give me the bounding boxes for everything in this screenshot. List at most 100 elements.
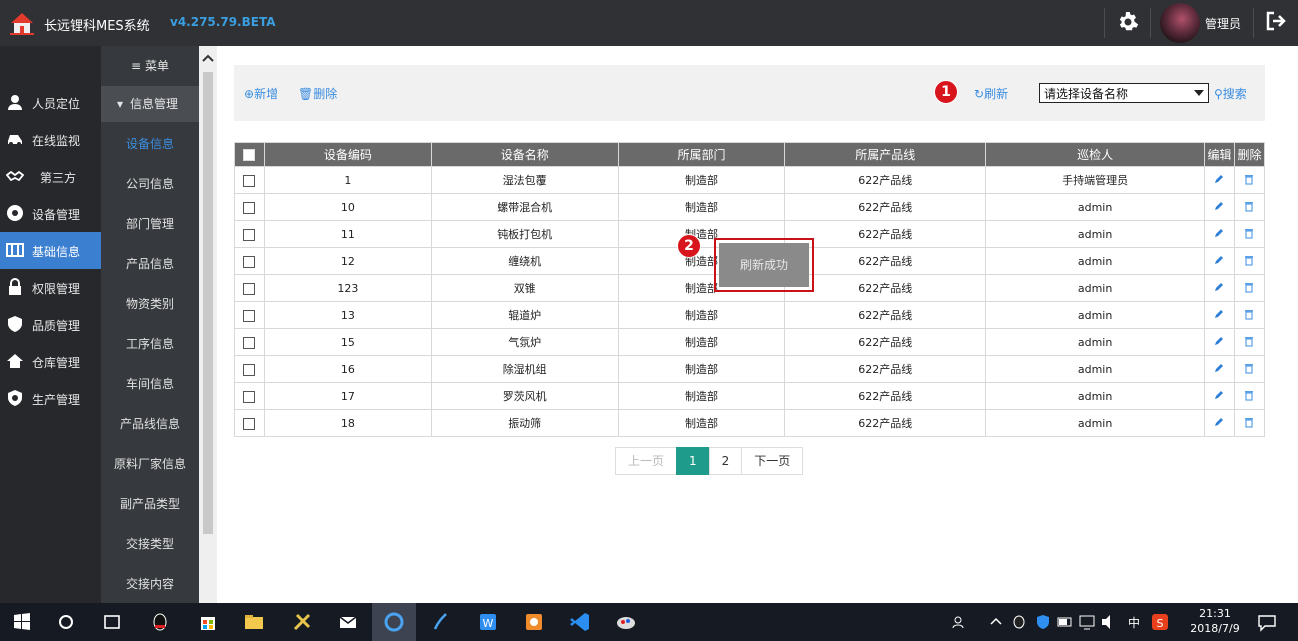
wps-presentation-icon[interactable] (520, 608, 548, 636)
row-select-cell[interactable] (234, 409, 265, 437)
subnav-item-handover-content[interactable]: 交接内容 (101, 564, 199, 604)
prev-page-button[interactable]: 上一页 (615, 447, 678, 475)
edit-cell[interactable] (1203, 409, 1235, 437)
edit-pencil-icon[interactable] (1213, 416, 1225, 428)
delete-cell[interactable] (1233, 382, 1266, 410)
gear-icon[interactable] (1116, 10, 1140, 34)
row-checkbox[interactable] (243, 363, 256, 376)
edit-cell[interactable] (1203, 355, 1235, 383)
row-checkbox[interactable] (243, 309, 256, 322)
select-all-checkbox[interactable] (243, 149, 256, 161)
subnav-item-product-line-info[interactable]: 产品线信息 (101, 404, 199, 444)
edit-pencil-icon[interactable] (1213, 308, 1225, 320)
subnav-item-department[interactable]: 部门管理 (101, 204, 199, 244)
edit-pencil-icon[interactable] (1213, 200, 1225, 212)
nav-scrollbar[interactable] (199, 46, 217, 603)
people-icon[interactable] (950, 608, 970, 636)
add-button[interactable]: ⊕新增 (244, 85, 278, 102)
edit-cell[interactable] (1203, 247, 1235, 275)
delete-cell[interactable] (1233, 166, 1266, 194)
subnav-item-product-info[interactable]: 产品信息 (101, 244, 199, 284)
device-name-select[interactable]: 请选择设备名称 (1039, 83, 1209, 103)
row-select-cell[interactable] (234, 382, 265, 410)
pen-app-icon[interactable] (426, 608, 454, 636)
delete-cell[interactable] (1233, 274, 1266, 302)
row-select-cell[interactable] (234, 247, 265, 275)
chevron-up-icon[interactable] (988, 608, 1004, 636)
qq-tray-icon[interactable] (1010, 608, 1028, 636)
notification-icon[interactable] (1256, 608, 1278, 636)
delete-cell[interactable] (1233, 355, 1266, 383)
edit-pencil-icon[interactable] (1213, 335, 1225, 347)
row-checkbox[interactable] (243, 282, 256, 295)
nav-item-production[interactable]: 生产管理 (0, 380, 101, 417)
tools-icon[interactable] (288, 608, 316, 636)
page-button[interactable]: 1 (676, 447, 710, 475)
windows-start-icon[interactable] (8, 608, 36, 636)
row-checkbox[interactable] (243, 336, 256, 349)
row-select-cell[interactable] (234, 301, 265, 329)
nav-item-personnel-location[interactable]: 人员定位 (0, 84, 101, 121)
subnav-item-process-info[interactable]: 工序信息 (101, 324, 199, 364)
scrollbar-thumb[interactable] (203, 72, 213, 534)
subnav-item-handover-type[interactable]: 交接类型 (101, 524, 199, 564)
logout-icon[interactable] (1265, 10, 1287, 32)
page-button[interactable]: 2 (708, 447, 743, 475)
row-checkbox[interactable] (243, 417, 256, 430)
vscode-icon[interactable] (566, 608, 594, 636)
edit-pencil-icon[interactable] (1213, 227, 1225, 239)
clock[interactable]: 21:31 2018/7/9 (1190, 606, 1240, 636)
ime-indicator[interactable]: 中 (1128, 614, 1140, 631)
sogou-icon[interactable]: S (1150, 608, 1170, 636)
trash-icon[interactable] (1243, 335, 1255, 347)
trash-icon[interactable] (1243, 308, 1255, 320)
trash-icon[interactable] (1243, 173, 1255, 185)
edit-cell[interactable] (1203, 166, 1235, 194)
select-all-cell[interactable] (234, 142, 265, 167)
volume-icon[interactable] (1100, 608, 1118, 636)
row-select-cell[interactable] (234, 274, 265, 302)
delete-cell[interactable] (1233, 220, 1266, 248)
cortana-icon[interactable] (52, 608, 80, 636)
nav-item-basic-info[interactable]: 基础信息 (0, 232, 101, 269)
nav-group-info-management[interactable]: ▾ 信息管理 (101, 86, 199, 122)
row-select-cell[interactable] (234, 166, 265, 194)
delete-cell[interactable] (1233, 301, 1266, 329)
trash-icon[interactable] (1243, 416, 1255, 428)
trash-icon[interactable] (1243, 362, 1255, 374)
edit-pencil-icon[interactable] (1213, 362, 1225, 374)
nav-item-third-party[interactable]: 第三方 (0, 158, 101, 195)
edit-pencil-icon[interactable] (1213, 389, 1225, 401)
nav-item-online-monitor[interactable]: 在线监视 (0, 121, 101, 158)
trash-icon[interactable] (1243, 200, 1255, 212)
chevron-up-icon[interactable] (199, 50, 217, 68)
search-button[interactable]: ⚲搜索 (1214, 85, 1247, 102)
table-row[interactable]: 16 除湿机组 制造部 622产品线 admin (234, 355, 1266, 383)
next-page-button[interactable]: 下一页 (741, 447, 804, 475)
edit-cell[interactable] (1203, 328, 1235, 356)
row-checkbox[interactable] (243, 228, 256, 241)
delete-cell[interactable] (1233, 328, 1266, 356)
menu-toggle[interactable]: ≡ 菜单 (101, 46, 199, 86)
subnav-item-material-category[interactable]: 物资类别 (101, 284, 199, 324)
trash-icon[interactable] (1243, 281, 1255, 293)
table-row[interactable]: 18 振动筛 制造部 622产品线 admin (234, 409, 1266, 437)
delete-cell[interactable] (1233, 409, 1266, 437)
user-name[interactable]: 管理员 (1205, 15, 1241, 32)
edit-pencil-icon[interactable] (1213, 173, 1225, 185)
trash-icon[interactable] (1243, 389, 1255, 401)
table-row[interactable]: 1 湿法包覆 制造部 622产品线 手持端管理员 (234, 166, 1266, 194)
nav-item-permission[interactable]: 权限管理 (0, 269, 101, 306)
row-checkbox[interactable] (243, 174, 256, 187)
edit-cell[interactable] (1203, 301, 1235, 329)
trash-icon[interactable] (1243, 254, 1255, 266)
nav-item-warehouse[interactable]: 仓库管理 (0, 343, 101, 380)
battery-icon[interactable] (1056, 608, 1074, 636)
table-row[interactable]: 15 气氛炉 制造部 622产品线 admin (234, 328, 1266, 356)
wps-writer-icon[interactable]: W (474, 608, 502, 636)
paint-icon[interactable] (612, 608, 640, 636)
edit-pencil-icon[interactable] (1213, 254, 1225, 266)
qq-icon[interactable] (146, 608, 174, 636)
file-explorer-icon[interactable] (240, 608, 268, 636)
row-select-cell[interactable] (234, 328, 265, 356)
